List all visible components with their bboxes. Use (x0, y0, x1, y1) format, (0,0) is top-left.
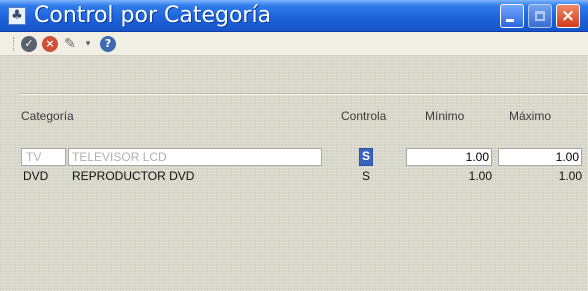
close-icon: × (560, 6, 576, 26)
accept-icon: ✓ (24, 37, 34, 50)
minimize-icon (506, 19, 514, 22)
column-header-controls: Controla (341, 109, 387, 123)
help-button[interactable]: ? (100, 36, 116, 52)
column-header-minimum: Mínimo (425, 109, 465, 123)
app-icon: ♣ (8, 7, 26, 25)
toolbar-grip[interactable] (13, 37, 16, 51)
minimum-field[interactable]: 1.00 (406, 148, 492, 166)
control-por-categoria-window: ♣ Control por Categoría × ✓ × ✎ ▾ ? Cate… (0, 0, 588, 291)
category-code: DVD (23, 169, 49, 183)
panel-divider (20, 93, 588, 95)
controls-value: S (362, 169, 371, 183)
minimize-button[interactable] (500, 4, 524, 28)
cancel-icon: × (45, 37, 55, 50)
brush-icon: ✎ (64, 36, 76, 52)
editable-table-row: TV TELEVISOR LCD S 1.00 1.00 (0, 148, 588, 166)
maximize-button (528, 4, 552, 28)
dropdown-button[interactable]: ▾ (83, 38, 93, 50)
window-title: Control por Categoría (34, 3, 272, 28)
toolbar: ✓ × ✎ ▾ ? (0, 32, 588, 56)
accept-button[interactable]: ✓ (21, 36, 37, 52)
close-button[interactable]: × (556, 4, 580, 28)
category-description-field[interactable]: TELEVISOR LCD (68, 148, 322, 166)
title-bar: ♣ Control por Categoría × (0, 0, 588, 32)
maximize-icon (535, 11, 545, 21)
maximum-field[interactable]: 1.00 (498, 148, 582, 166)
category-control-panel: Categoría Controla Mínimo Máximo TV TELE… (0, 56, 588, 291)
column-header-category: Categoría (21, 109, 74, 123)
brush-button[interactable]: ✎ (63, 36, 77, 52)
dropdown-icon: ▾ (85, 39, 91, 49)
maximum-value: 1.00 (558, 169, 582, 183)
column-header-maximum: Máximo (509, 109, 552, 123)
table-row[interactable]: DVD REPRODUCTOR DVD S 1.00 1.00 (0, 167, 588, 185)
controls-field[interactable]: S (359, 148, 373, 166)
category-description: REPRODUCTOR DVD (72, 169, 195, 183)
minimum-value: 1.00 (468, 169, 492, 183)
help-icon: ? (104, 37, 112, 50)
category-code-field[interactable]: TV (21, 148, 66, 166)
cancel-button[interactable]: × (42, 36, 58, 52)
